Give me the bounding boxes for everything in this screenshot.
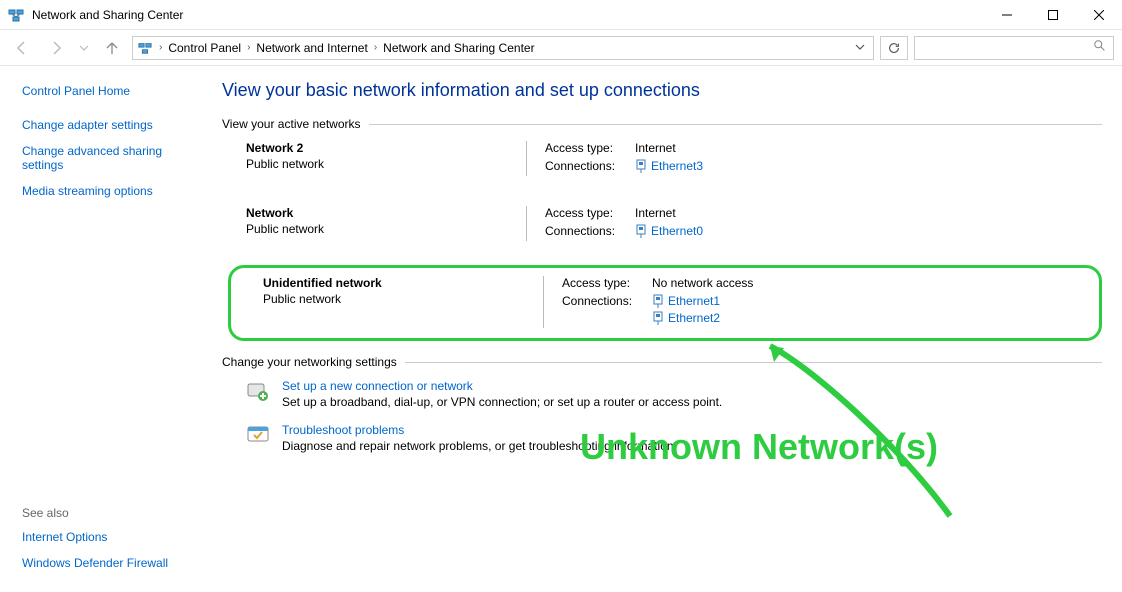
troubleshoot-desc: Diagnose and repair network problems, or… (282, 439, 677, 453)
connection-name: Ethernet1 (668, 294, 720, 308)
connection-link[interactable]: Ethernet2 (652, 311, 720, 325)
connection-link[interactable]: Ethernet0 (635, 224, 703, 238)
annotation-highlight: Unidentified network Public network Acce… (228, 265, 1102, 341)
connection-link[interactable]: Ethernet1 (652, 294, 720, 308)
network-type: Public network (263, 292, 523, 306)
see-also-label: See also (22, 506, 196, 520)
back-button[interactable] (8, 34, 36, 62)
troubleshoot-icon (246, 423, 270, 447)
forward-button[interactable] (42, 34, 70, 62)
access-type-value: No network access (652, 276, 753, 290)
network-type: Public network (246, 157, 506, 171)
up-button[interactable] (98, 34, 126, 62)
address-bar[interactable]: › Control Panel › Network and Internet ›… (132, 36, 874, 60)
connection-name: Ethernet3 (651, 159, 703, 173)
sidebar: Control Panel Home Change adapter settin… (0, 66, 210, 592)
ethernet-icon (635, 159, 647, 173)
access-type-value: Internet (635, 141, 703, 155)
network-entry: Network Public network Access type: Inte… (246, 206, 1102, 241)
setup-connection-link[interactable]: Set up a new connection or network (282, 379, 473, 393)
ethernet-icon (652, 294, 664, 308)
change-settings-header: Change your networking settings (222, 355, 1102, 369)
network-entry: Unidentified network Public network Acce… (263, 276, 1085, 328)
connection-name: Ethernet0 (651, 224, 703, 238)
active-networks-header: View your active networks (222, 117, 1102, 131)
troubleshoot-link[interactable]: Troubleshoot problems (282, 423, 404, 437)
navbar: › Control Panel › Network and Internet ›… (0, 30, 1122, 66)
divider (369, 124, 1102, 125)
access-type-label: Access type: (545, 141, 635, 155)
connections-label: Connections: (562, 294, 652, 308)
refresh-button[interactable] (880, 36, 908, 60)
access-type-value: Internet (635, 206, 703, 220)
ethernet-icon (652, 311, 664, 325)
titlebar: Network and Sharing Center (0, 0, 1122, 30)
recent-dropdown[interactable] (76, 34, 92, 62)
main-content: View your basic network information and … (210, 66, 1122, 592)
breadcrumb-item[interactable]: Network and Sharing Center (383, 41, 534, 55)
setup-connection-desc: Set up a broadband, dial-up, or VPN conn… (282, 395, 722, 409)
network-center-icon (137, 40, 153, 56)
control-panel-home-link[interactable]: Control Panel Home (22, 84, 196, 98)
search-icon (1093, 39, 1107, 56)
section-label: Change your networking settings (222, 355, 397, 369)
change-advanced-sharing-link[interactable]: Change advanced sharing settings (22, 144, 196, 172)
breadcrumb-item[interactable]: Network and Internet (256, 41, 367, 55)
chevron-right-icon: › (247, 42, 250, 53)
connection-link[interactable]: Ethernet3 (635, 159, 703, 173)
page-title: View your basic network information and … (222, 80, 1102, 101)
chevron-right-icon: › (159, 42, 162, 53)
access-type-label: Access type: (545, 206, 635, 220)
maximize-button[interactable] (1030, 0, 1076, 30)
chevron-down-icon[interactable] (855, 41, 865, 55)
divider (405, 362, 1102, 363)
access-type-label: Access type: (562, 276, 652, 290)
search-input[interactable] (914, 36, 1114, 60)
network-center-icon (8, 7, 24, 23)
media-streaming-options-link[interactable]: Media streaming options (22, 184, 196, 198)
network-type: Public network (246, 222, 506, 236)
internet-options-link[interactable]: Internet Options (22, 530, 196, 544)
section-label: View your active networks (222, 117, 361, 131)
ethernet-icon (635, 224, 647, 238)
windows-defender-firewall-link[interactable]: Windows Defender Firewall (22, 556, 196, 570)
connections-label: Connections: (545, 159, 635, 173)
settings-item: Troubleshoot problems Diagnose and repai… (246, 423, 1102, 453)
close-button[interactable] (1076, 0, 1122, 30)
network-name: Unidentified network (263, 276, 523, 290)
minimize-button[interactable] (984, 0, 1030, 30)
network-entry: Network 2 Public network Access type: In… (246, 141, 1102, 176)
connection-name: Ethernet2 (668, 311, 720, 325)
breadcrumb-item[interactable]: Control Panel (168, 41, 241, 55)
chevron-right-icon: › (374, 42, 377, 53)
network-name: Network (246, 206, 506, 220)
network-name: Network 2 (246, 141, 506, 155)
setup-connection-icon (246, 379, 270, 403)
window-title: Network and Sharing Center (32, 8, 183, 22)
change-adapter-settings-link[interactable]: Change adapter settings (22, 118, 196, 132)
settings-item: Set up a new connection or network Set u… (246, 379, 1102, 409)
connections-label: Connections: (545, 224, 635, 238)
